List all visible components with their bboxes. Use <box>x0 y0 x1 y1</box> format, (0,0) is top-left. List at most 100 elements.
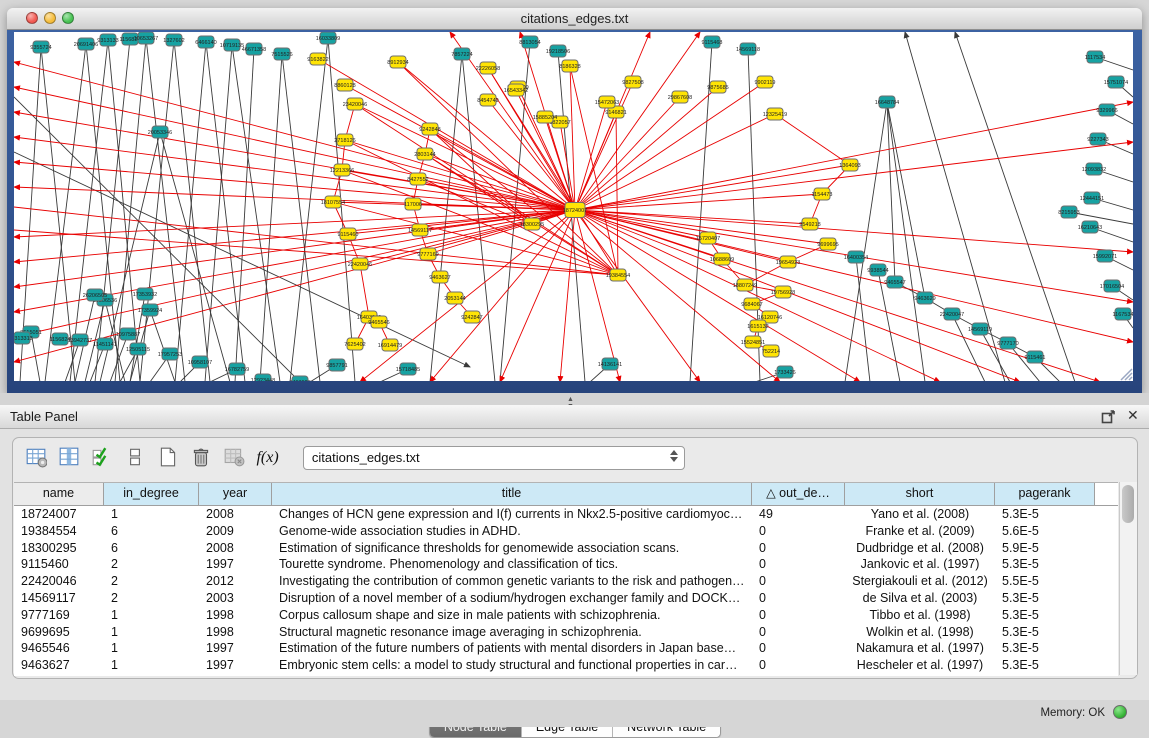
column-header-year[interactable]: year <box>199 483 272 505</box>
graph-edge[interactable] <box>575 210 620 381</box>
table-cell[interactable]: 0 <box>752 640 845 657</box>
table-cell[interactable]: 0 <box>752 607 845 624</box>
table-cell[interactable]: 5.5E-5 <box>995 573 1095 590</box>
function-builder-icon[interactable]: f(x) <box>256 449 290 467</box>
graph-edge[interactable] <box>575 210 1100 381</box>
graph-edge[interactable] <box>360 210 575 381</box>
table-cell[interactable]: 0 <box>752 624 845 641</box>
graph-edge[interactable] <box>575 32 700 210</box>
row-height-icon[interactable] <box>120 444 150 472</box>
table-cell[interactable]: 2008 <box>199 506 272 523</box>
table-cell[interactable]: 18300295 <box>14 540 104 557</box>
table-cell[interactable]: 2009 <box>199 523 272 540</box>
table-settings-icon[interactable] <box>21 444 51 472</box>
graph-edge[interactable] <box>575 210 940 381</box>
table-cell[interactable]: Embryonic stem cells: a model to study s… <box>272 657 752 674</box>
table-cell[interactable]: 6 <box>104 523 199 540</box>
graph-edge[interactable] <box>282 54 320 381</box>
table-cell[interactable]: Nakamura et al. (1997) <box>845 640 995 657</box>
import-table-icon[interactable] <box>219 444 249 472</box>
table-cell[interactable]: Hescheler et al. (1997) <box>845 657 995 674</box>
table-cell[interactable]: 1 <box>104 624 199 641</box>
table-row[interactable]: 969969511998Structural magnetic resonanc… <box>14 624 1118 641</box>
table-row[interactable]: 1938455462009Genome-wide association stu… <box>14 523 1118 540</box>
table-row[interactable]: 946554611997Estimation of the future num… <box>14 640 1118 657</box>
table-cell[interactable]: Genome-wide association studies in ADHD. <box>272 523 752 540</box>
table-cell[interactable]: Disruption of a novel member of a sodium… <box>272 590 752 607</box>
column-header-name[interactable]: name <box>14 483 104 505</box>
graph-edge[interactable] <box>575 142 1133 210</box>
table-cell[interactable]: Estimation of the future numbers of pati… <box>272 640 752 657</box>
table-cell[interactable]: Wolkin et al. (1998) <box>845 624 995 641</box>
graph-edge[interactable] <box>575 114 775 210</box>
graph-edge[interactable] <box>575 102 1133 210</box>
graph-edge[interactable] <box>420 210 575 230</box>
table-cell[interactable]: 1 <box>104 506 199 523</box>
graph-edge[interactable] <box>575 165 850 210</box>
table-cell[interactable]: 1997 <box>199 640 272 657</box>
delete-table-icon[interactable] <box>186 444 216 472</box>
graph-edge[interactable] <box>14 137 575 210</box>
graph-edge[interactable] <box>86 44 120 381</box>
table-cell[interactable]: 14569117 <box>14 590 104 607</box>
table-cell[interactable]: 2003 <box>199 590 272 607</box>
table-column-icon[interactable] <box>54 444 84 472</box>
table-scrollbar[interactable] <box>1119 482 1137 675</box>
graph-edge[interactable] <box>616 112 618 275</box>
table-cell[interactable]: 5.3E-5 <box>995 556 1095 573</box>
table-cell[interactable]: 22420046 <box>14 573 104 590</box>
table-cell[interactable]: 5.3E-5 <box>995 657 1095 674</box>
table-cell[interactable]: 2 <box>104 590 199 607</box>
table-cell[interactable]: 2 <box>104 573 199 590</box>
table-cell[interactable]: Corpus callosum shape and size in male p… <box>272 607 752 624</box>
table-cell[interactable]: 49 <box>752 506 845 523</box>
table-cell[interactable]: 0 <box>752 657 845 674</box>
graph-edge[interactable] <box>575 194 822 210</box>
table-cell[interactable]: 5.3E-5 <box>995 624 1095 641</box>
table-cell[interactable]: 1997 <box>199 657 272 674</box>
table-cell[interactable]: 2008 <box>199 540 272 557</box>
table-row[interactable]: 1872400712008Changes of HCN gene express… <box>14 506 1118 523</box>
table-row[interactable]: 1456911722003Disruption of a novel membe… <box>14 590 1118 607</box>
graph-edge[interactable] <box>260 54 282 381</box>
network-canvas[interactable]: 1872400719384554183002959163822886012889… <box>14 32 1133 381</box>
table-cell[interactable]: 9115460 <box>14 556 104 573</box>
table-cell[interactable]: 2 <box>104 556 199 573</box>
table-source-select[interactable]: citations_edges.txt <box>303 446 685 470</box>
graph-edge[interactable] <box>570 66 575 210</box>
table-scrollbar-thumb[interactable] <box>1122 485 1134 523</box>
table-cell[interactable]: 0 <box>752 556 845 573</box>
graph-edge[interactable] <box>425 154 532 224</box>
graph-edge[interactable] <box>360 264 369 317</box>
table-cell[interactable]: 1998 <box>199 624 272 641</box>
table-cell[interactable]: 1997 <box>199 556 272 573</box>
graph-edge[interactable] <box>14 62 575 210</box>
graph-edge[interactable] <box>845 102 887 381</box>
graph-edge[interactable] <box>150 310 175 381</box>
table-cell[interactable]: 1998 <box>199 607 272 624</box>
graph-edge[interactable] <box>575 210 1133 252</box>
table-cell[interactable]: de Silva et al. (2003) <box>845 590 995 607</box>
graph-edge[interactable] <box>14 210 575 287</box>
graph-edge[interactable] <box>290 38 328 381</box>
table-cell[interactable]: 9777169 <box>14 607 104 624</box>
table-cell[interactable]: 5.3E-5 <box>995 506 1095 523</box>
table-cell[interactable]: 9699695 <box>14 624 104 641</box>
graph-edge[interactable] <box>887 102 925 298</box>
table-cell[interactable]: 5.6E-5 <box>995 523 1095 540</box>
table-cell[interactable]: 9463627 <box>14 657 104 674</box>
table-row[interactable]: 911546021997Tourette syndrome. Phenomeno… <box>14 556 1118 573</box>
table-cell[interactable]: 0 <box>752 540 845 557</box>
graph-edge[interactable] <box>235 49 254 381</box>
table-row[interactable]: 1830029562008Estimation of significance … <box>14 540 1118 557</box>
table-cell[interactable]: 5.3E-5 <box>995 590 1095 607</box>
column-header-out_de[interactable]: △ out_de… <box>752 483 845 505</box>
close-panel-icon[interactable]: ✕ <box>1127 407 1139 424</box>
network-window-titlebar[interactable]: citations_edges.txt <box>7 8 1142 30</box>
table-cell[interactable]: 5.3E-5 <box>995 640 1095 657</box>
table-cell[interactable]: 5.3E-5 <box>995 607 1095 624</box>
select-all-check-icon[interactable] <box>87 444 117 472</box>
column-header-pagerank[interactable]: pagerank <box>995 483 1095 505</box>
panel-splitter[interactable]: ▲▼ <box>0 393 1149 405</box>
table-cell[interactable]: Tourette syndrome. Phenomenology and cla… <box>272 556 752 573</box>
